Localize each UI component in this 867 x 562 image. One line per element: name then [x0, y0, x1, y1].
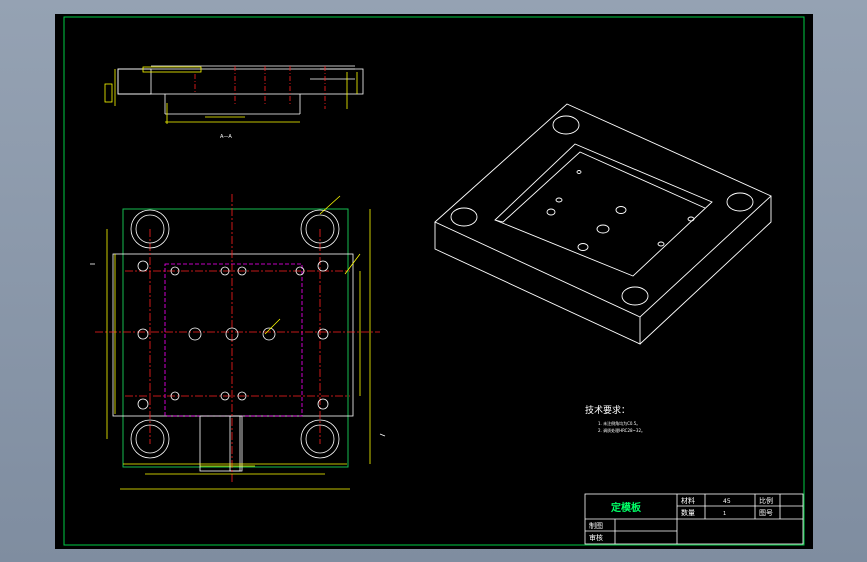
- drawing-no-label: 图号: [759, 509, 773, 517]
- isometric-view: [434, 103, 772, 345]
- material-value: 45: [723, 498, 731, 505]
- plan-view: [90, 194, 386, 490]
- quantity-label: 数量: [681, 508, 695, 517]
- tech-req-item: 2. 调质处理HRC28~32。: [598, 427, 645, 433]
- tech-req-heading: 技术要求：: [585, 404, 630, 416]
- drafter-label: 制图: [589, 521, 603, 530]
- part-name: 定模板: [611, 501, 642, 514]
- cad-drawing: A—A 技术要求： 1. 未注倒角均为C0.5。 2. 调质处理HRC28~32…: [63, 16, 805, 546]
- sheet-border: [63, 16, 805, 546]
- section-label: A—A: [220, 134, 232, 140]
- drawing-sheet: A—A 技术要求： 1. 未注倒角均为C0.5。 2. 调质处理HRC28~32…: [55, 14, 813, 549]
- scale-label: 比例: [759, 496, 773, 505]
- section-view: [104, 65, 364, 124]
- quantity-value: 1: [723, 511, 726, 517]
- tech-req-item: 1. 未注倒角均为C0.5。: [598, 420, 640, 426]
- material-label: 材料: [681, 496, 695, 505]
- checker-label: 审核: [589, 533, 603, 542]
